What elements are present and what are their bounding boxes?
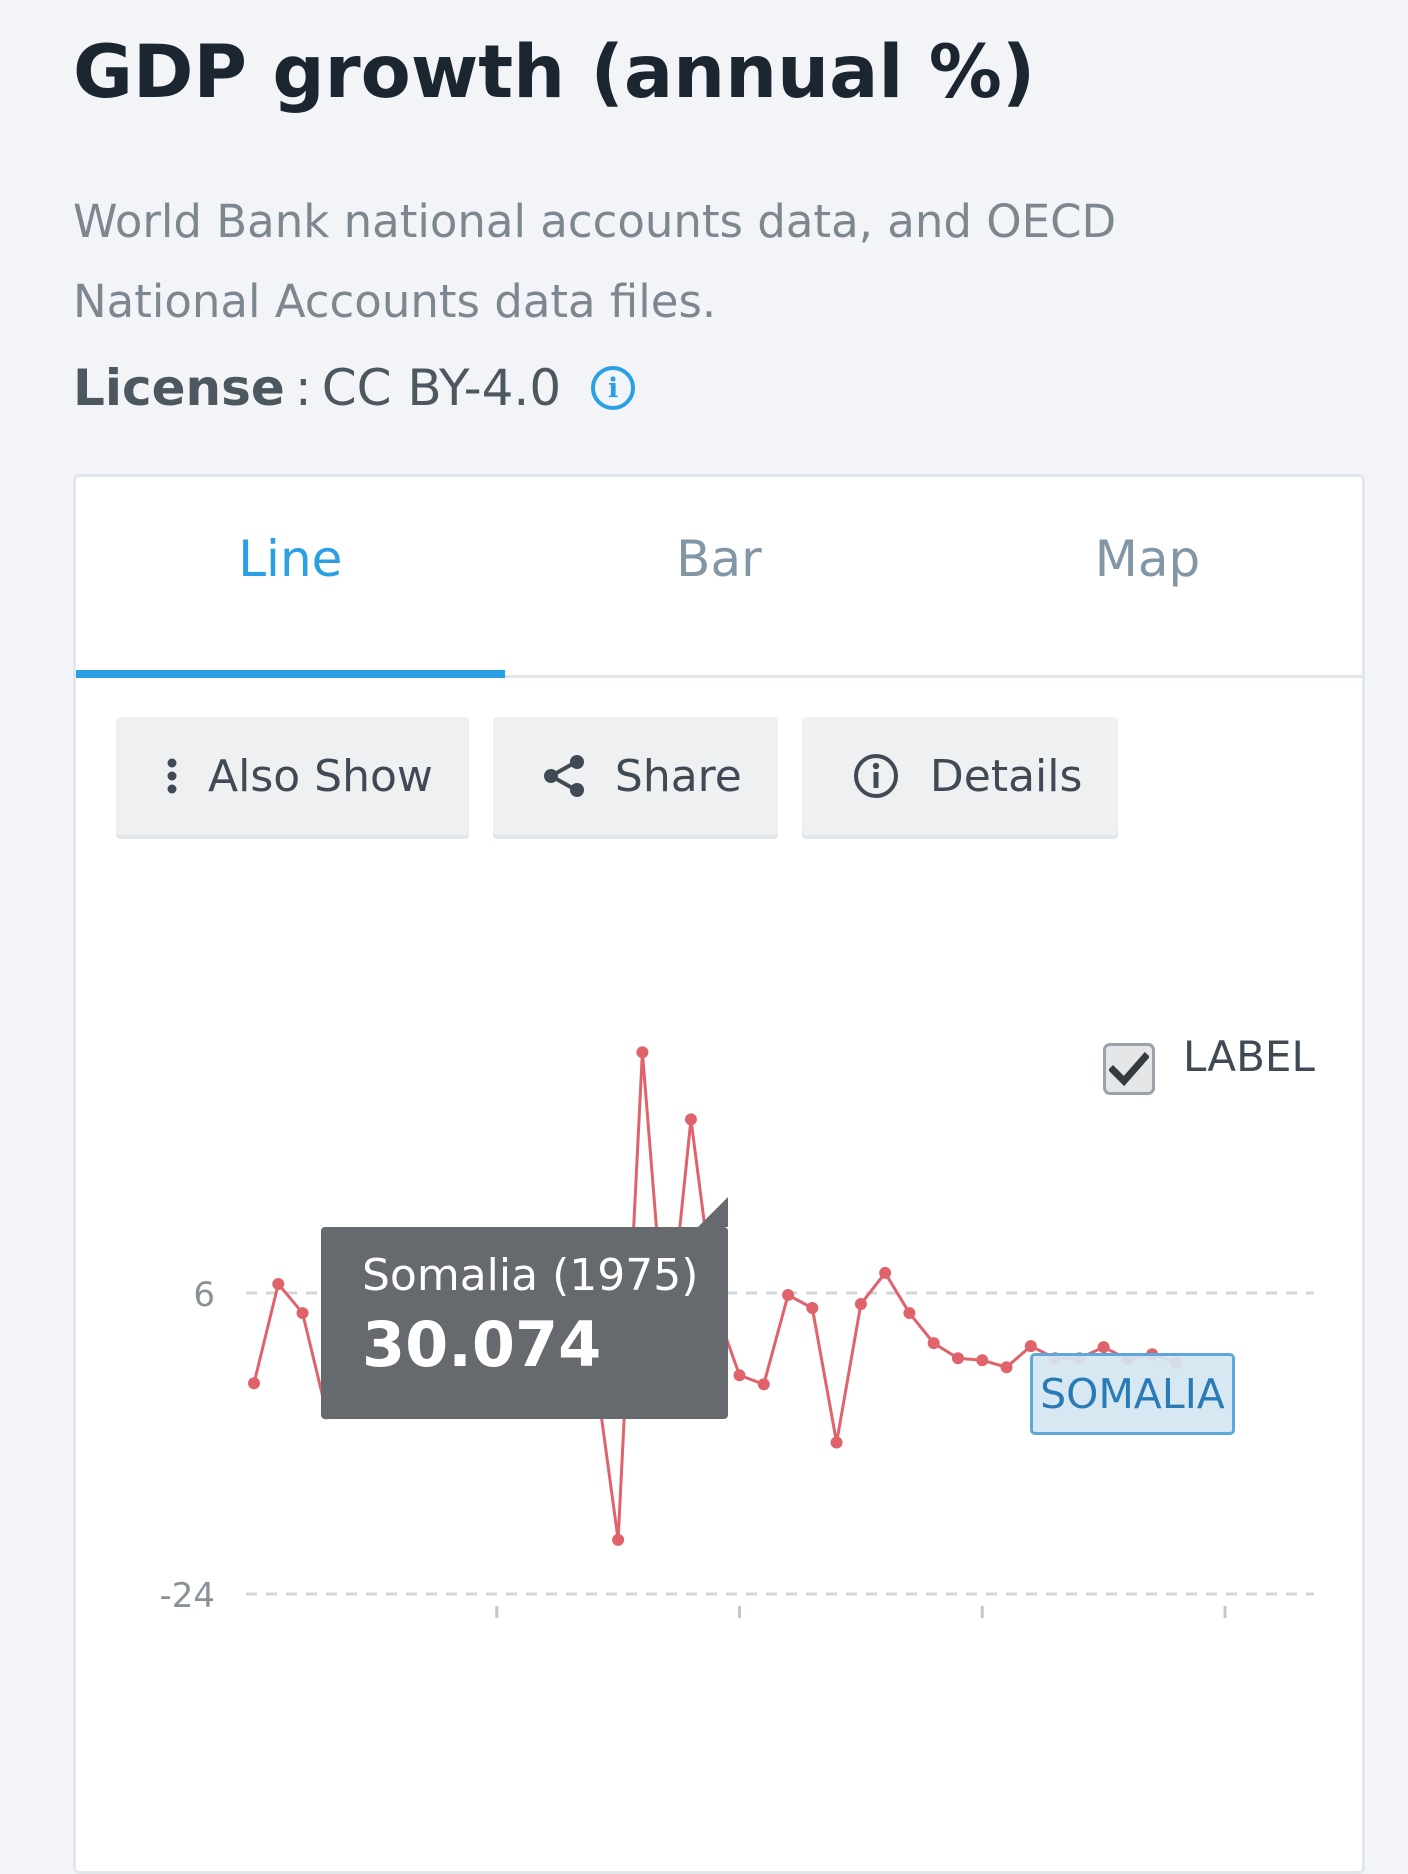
data-point-1992 (1000, 1361, 1013, 1374)
license-row: License : CC BY-4.0 i (73, 350, 636, 426)
data-point-1986 (854, 1298, 867, 1311)
data-point-1996 (1097, 1341, 1110, 1354)
share-icon (543, 754, 585, 798)
data-point-1981 (733, 1369, 746, 1382)
y-tick-label-1: 6 (193, 1275, 215, 1315)
tab-bar[interactable]: Bar (505, 477, 934, 675)
data-point-1977 (636, 1046, 649, 1059)
details-label: Details (929, 750, 1083, 802)
license-value: CC BY-4.0 (321, 359, 562, 417)
chart-toolbar: Also Show Share Details (116, 717, 1119, 835)
y-tick-label-0: -24 (159, 1576, 215, 1616)
data-source-text: World Bank national accounts data, and O… (73, 195, 1117, 328)
data-point-1984 (806, 1302, 819, 1315)
chart-tabs: Line Bar Map (76, 477, 1362, 678)
tooltip-title: Somalia (1975) (362, 1250, 699, 1301)
data-point-1979 (684, 1113, 697, 1126)
info-icon (852, 752, 900, 800)
tab-line[interactable]: Line (76, 477, 505, 678)
data-point-1963 (296, 1307, 309, 1320)
chart-card: Line Bar Map Also Show Share Details LAB… (73, 474, 1365, 1874)
license-label: License (73, 359, 285, 417)
page-title: GDP growth (annual %) (73, 30, 1036, 115)
data-point-1989 (927, 1337, 940, 1350)
data-point-1988 (903, 1307, 916, 1320)
data-point-1987 (879, 1266, 892, 1279)
also-show-label: Also Show (208, 750, 433, 802)
line-chart: -24636 (159, 1046, 1314, 1618)
share-button[interactable]: Share (492, 717, 778, 835)
more-vertical-icon (166, 758, 178, 794)
series-label-somalia: SOMALIA (1030, 1353, 1235, 1435)
data-point-1990 (951, 1352, 964, 1365)
data-point-1983 (782, 1289, 795, 1302)
data-point-1991 (976, 1354, 989, 1367)
data-point-1976 (612, 1533, 625, 1546)
also-show-button[interactable]: Also Show (116, 717, 469, 835)
license-info-icon[interactable]: i (591, 366, 636, 410)
chart-tooltip: Somalia (1975) 30.074 (321, 1197, 728, 1419)
data-point-1962 (272, 1277, 285, 1290)
share-label: Share (614, 750, 742, 802)
data-point-1982 (757, 1378, 770, 1391)
details-button[interactable]: Details (801, 717, 1119, 835)
data-point-1985 (830, 1436, 843, 1449)
data-point-1993 (1024, 1340, 1037, 1353)
tab-map[interactable]: Map (933, 477, 1362, 675)
data-point-1961 (248, 1377, 260, 1390)
license-separator: : (294, 359, 312, 417)
tooltip-value: 30.074 (362, 1308, 602, 1381)
